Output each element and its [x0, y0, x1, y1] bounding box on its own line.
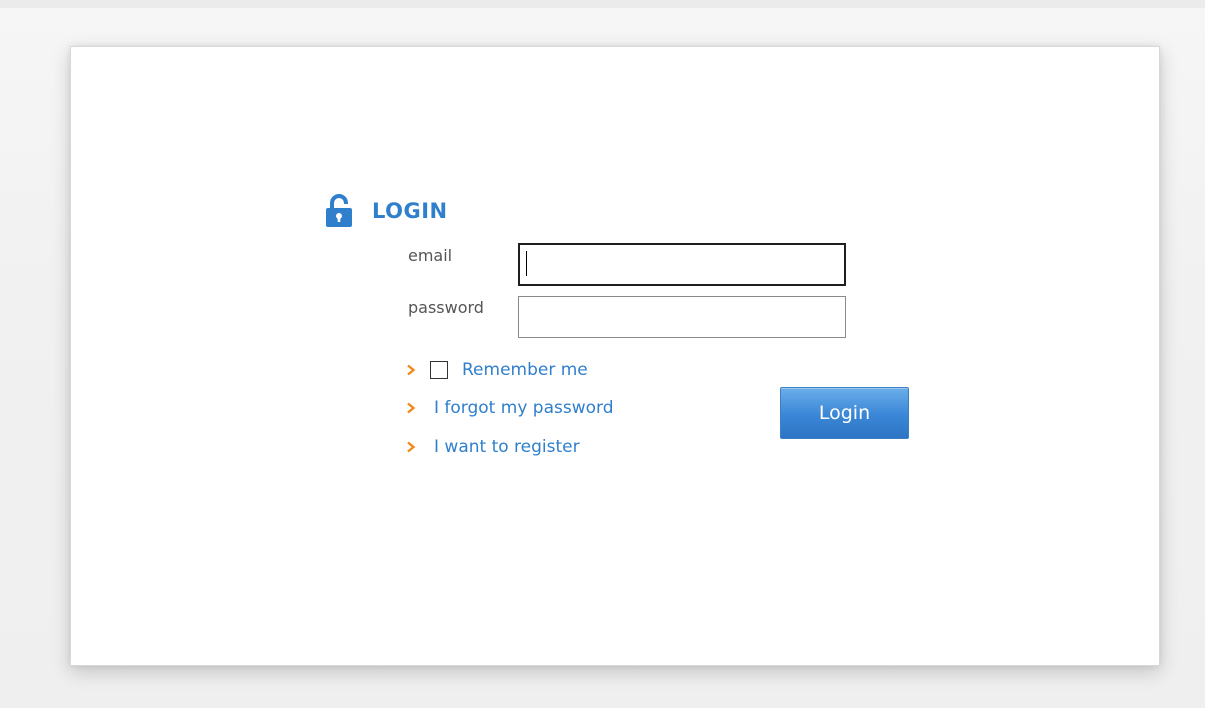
login-button[interactable]: Login — [780, 387, 909, 439]
email-input[interactable] — [518, 243, 846, 286]
chevron-right-icon — [407, 364, 416, 376]
text-caret — [526, 251, 527, 276]
remember-me-row: Remember me — [406, 358, 588, 382]
login-heading: LOGIN — [324, 194, 448, 228]
page-top-strip — [0, 0, 1205, 8]
email-label: email — [408, 246, 453, 265]
login-title: LOGIN — [372, 199, 448, 223]
lock-icon — [326, 194, 352, 227]
forgot-password-row: I forgot my password — [406, 396, 614, 420]
chevron-right-icon — [407, 441, 416, 453]
register-row: I want to register — [406, 435, 580, 459]
chevron-right-icon — [407, 402, 416, 414]
remember-me-label[interactable]: Remember me — [462, 360, 588, 380]
forgot-password-link[interactable]: I forgot my password — [434, 398, 614, 418]
register-link[interactable]: I want to register — [434, 437, 580, 457]
password-input[interactable] — [518, 296, 846, 338]
password-label: password — [408, 298, 484, 317]
remember-me-checkbox[interactable] — [430, 361, 448, 379]
login-panel — [70, 46, 1160, 666]
